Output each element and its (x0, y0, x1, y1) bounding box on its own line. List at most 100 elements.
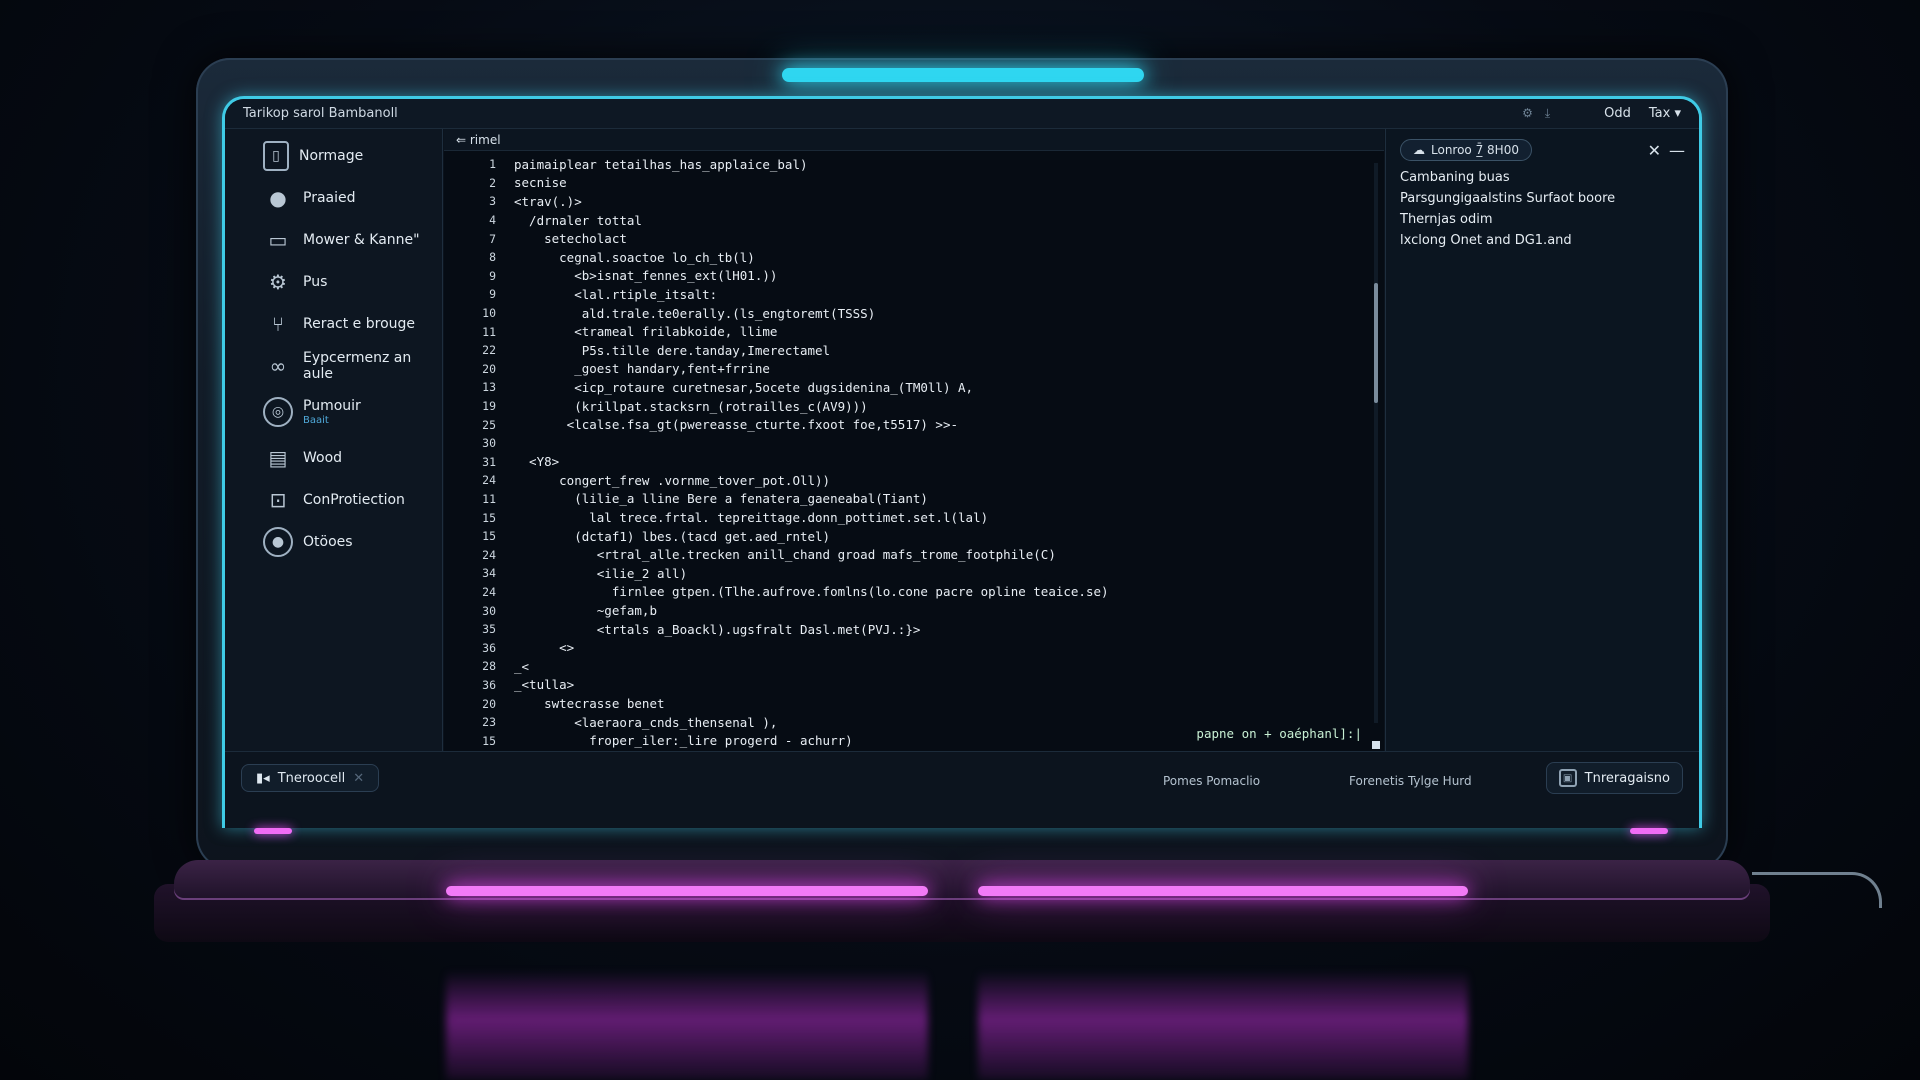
sidebar-item-label: Reract e brouge (303, 316, 416, 332)
code-text[interactable]: <trav(.)> (514, 194, 582, 209)
code-line[interactable]: 36 <> (444, 638, 1362, 657)
code-line[interactable]: 24 <rtral_alle.trecken anill_chand groad… (444, 545, 1362, 564)
code-line[interactable]: 34 <ilie_2 all) (444, 564, 1362, 583)
editor-tab[interactable]: ⇐ rimel (444, 129, 1384, 151)
code-text[interactable]: P5s.tille dere.tanday,Imerectamel (514, 343, 830, 358)
code-line[interactable]: 28 _< (444, 657, 1362, 676)
code-text[interactable]: swtecrasse benet (514, 696, 664, 711)
code-line[interactable]: 20 _goest handary,fent+frrine (444, 360, 1362, 379)
settings-icon: ⚙ (269, 270, 287, 294)
code-line[interactable]: 20 swtecrasse benet (444, 694, 1362, 713)
code-text[interactable]: (krillpat.stacksrn_(rotrailles_c(AV9))) (514, 399, 868, 414)
minimize-icon[interactable]: — (1669, 141, 1685, 160)
line-number: 34 (482, 566, 496, 581)
sidebar-item-eypcermenz[interactable]: ∞ Eypcermenz an aule (225, 345, 442, 387)
code-text[interactable]: firnlee gtpen.(Tlhe.aufrove.fomlns(lo.co… (514, 584, 1109, 599)
code-text[interactable]: <Y8> (514, 454, 559, 469)
close-icon[interactable]: ✕ (1648, 141, 1661, 160)
scrollbar-thumb[interactable] (1374, 283, 1378, 403)
panel-chip[interactable]: ☁ Lonroo 7̲̄ 8H00 (1400, 139, 1532, 161)
code-line[interactable]: 10 ald.trale.te0erally.(ls_engtoremt(TSS… (444, 304, 1362, 323)
line-number: 15 (482, 529, 496, 544)
code-text[interactable]: <lcalse.fsa_gt(pwereasse_cturte.fxoot fo… (514, 417, 958, 432)
sidebar-item-otooes[interactable]: ● Otöoes (225, 521, 442, 563)
cloud-icon: ☁ (1413, 143, 1425, 157)
menu-tax[interactable]: Tax ▾ (1649, 106, 1681, 121)
code-line[interactable]: 15 lal trece.frtal. tepreittage.donn_pot… (444, 508, 1362, 527)
close-icon[interactable]: ✕ (353, 771, 364, 786)
code-text[interactable]: paimaiplear tetailhas_has_applaice_bal) (514, 157, 808, 172)
code-line[interactable]: 22 P5s.tille dere.tanday,Imerectamel (444, 341, 1362, 360)
code-text[interactable]: ~gefam,b (514, 603, 657, 618)
sidebar-item-pumouir[interactable]: ◎ Pumouir Baait (225, 387, 442, 437)
code-line[interactable]: 7 setecholact (444, 229, 1362, 248)
code-text[interactable]: congert_frew .vornme_tover_pot.Oll)) (514, 473, 830, 488)
code-text[interactable]: lal trece.frtal. tepreittage.donn_pottim… (514, 510, 988, 525)
line-number: 15 (482, 733, 496, 748)
code-text[interactable]: (dctaf1) lbes.(tacd get.aed_rntel) (514, 529, 830, 544)
panel-controls: ✕ — (1648, 141, 1685, 160)
editor-scrollbar[interactable] (1374, 163, 1378, 723)
code-line[interactable]: 31 <Y8> (444, 453, 1362, 472)
code-editor[interactable]: ⇐ rimel 1 paimaiplear tetailhas_has_appla… (444, 129, 1384, 767)
code-line[interactable]: 8 cegnal.soactoe lo_ch_tb(l) (444, 248, 1362, 267)
code-text[interactable]: _<tulla> (514, 677, 574, 692)
bottom-right-button[interactable]: ▣ Tnreragaisno (1545, 762, 1683, 794)
code-text[interactable]: <> (514, 640, 574, 655)
code-line[interactable]: 15 (dctaf1) lbes.(tacd get.aed_rntel) (444, 527, 1362, 546)
panel-item[interactable]: Thernjas odim (1400, 209, 1685, 230)
code-line[interactable]: 19 (krillpat.stacksrn_(rotrailles_c(AV9)… (444, 397, 1362, 416)
code-line[interactable]: 1 paimaiplear tetailhas_has_applaice_bal) (444, 155, 1362, 174)
code-line[interactable]: 25 <lcalse.fsa_gt(pwereasse_cturte.fxoot… (444, 415, 1362, 434)
code-text[interactable]: (lilie_a lline Bere a fenatera_gaeneabal… (514, 491, 928, 506)
code-line[interactable]: 13 <icp_rotaure curetnesar,5ocete dugsid… (444, 378, 1362, 397)
code-text[interactable]: <trtals a_Boackl).ugsfralt Dasl.met(PVJ.… (514, 622, 921, 637)
code-line[interactable]: 30 ~gefam,b (444, 601, 1362, 620)
code-text[interactable]: <icp_rotaure curetnesar,5ocete dugsideni… (514, 380, 973, 395)
code-text[interactable]: <lal.rtiple_itsalt: (514, 287, 717, 302)
code-text[interactable]: <ilie_2 all) (514, 566, 687, 581)
panel-item[interactable]: Cambaning buas (1400, 167, 1685, 188)
menu-odd[interactable]: Odd (1604, 106, 1631, 121)
code-line[interactable]: 11 <trameal frilabkoide, llime (444, 322, 1362, 341)
bottom-left-button[interactable]: ▮◂ Tneroocell ✕ (241, 764, 380, 792)
code-text[interactable]: _goest handary,fent+frrine (514, 361, 770, 376)
gear-icon[interactable]: ⚙ (1522, 106, 1533, 121)
code-line[interactable]: 4 /drnaler tottal (444, 211, 1362, 230)
code-area[interactable]: 1 paimaiplear tetailhas_has_applaice_bal)… (444, 155, 1362, 767)
code-line[interactable]: 36 _<tulla> (444, 676, 1362, 695)
code-text[interactable]: <b>isnat_fennes_ext(lH01.)) (514, 268, 777, 283)
line-number: 4 (489, 213, 496, 228)
sidebar-item-conprotiection[interactable]: ⊡ ConProtiection (225, 479, 442, 521)
code-line[interactable]: 30 (444, 434, 1362, 453)
sidebar-item-pus[interactable]: ⚙ Pus (225, 261, 442, 303)
code-line[interactable]: 9 <b>isnat_fennes_ext(lH01.)) (444, 267, 1362, 286)
sidebar-item-wood[interactable]: ▤ Wood (225, 437, 442, 479)
code-text[interactable]: /drnaler tottal (514, 213, 642, 228)
code-text[interactable]: secnise (514, 175, 567, 190)
code-line[interactable]: 35 <trtals a_Boackl).ugsfralt Dasl.met(P… (444, 620, 1362, 639)
code-text[interactable]: froper_iler:_lire progerd - achurr) (514, 733, 852, 748)
code-line[interactable]: 2 secnise (444, 174, 1362, 193)
sidebar-item-mower[interactable]: ▭ Mower & Kanne" (225, 219, 442, 261)
bottom-right-label: Tnreragaisno (1584, 770, 1670, 786)
panel-item[interactable]: Parsgungigaalstins Surfaot boore (1400, 188, 1685, 209)
code-line[interactable]: 24 firnlee gtpen.(Tlhe.aufrove.fomlns(lo… (444, 583, 1362, 602)
code-text[interactable]: _< (514, 659, 529, 674)
panel-item[interactable]: lxclong Onet and DG1.and (1400, 230, 1685, 251)
code-text[interactable]: cegnal.soactoe lo_ch_tb(l) (514, 250, 755, 265)
sidebar-item-reract[interactable]: ⑂ Reract e brouge (225, 303, 442, 345)
power-icon: ● (263, 527, 293, 557)
sidebar-item-praaied[interactable]: ● Praaied (225, 177, 442, 219)
code-text[interactable]: ald.trale.te0erally.(ls_engtoremt(TSSS) (514, 306, 876, 321)
code-text[interactable]: <laeraora_cnds_thensenal ), (514, 715, 777, 730)
code-line[interactable]: 11 (lilie_a lline Bere a fenatera_gaenea… (444, 490, 1362, 509)
code-line[interactable]: 9 <lal.rtiple_itsalt: (444, 285, 1362, 304)
code-line[interactable]: 3 <trav(.)> (444, 192, 1362, 211)
sidebar-item-normage[interactable]: ▯ Normage (225, 135, 442, 177)
code-line[interactable]: 24 congert_frew .vornme_tover_pot.Oll)) (444, 471, 1362, 490)
code-text[interactable]: <trameal frilabkoide, llime (514, 324, 777, 339)
download-icon[interactable]: ⤓ (1545, 106, 1550, 121)
code-text[interactable]: setecholact (514, 231, 627, 246)
code-text[interactable]: <rtral_alle.trecken anill_chand groad ma… (514, 547, 1056, 562)
